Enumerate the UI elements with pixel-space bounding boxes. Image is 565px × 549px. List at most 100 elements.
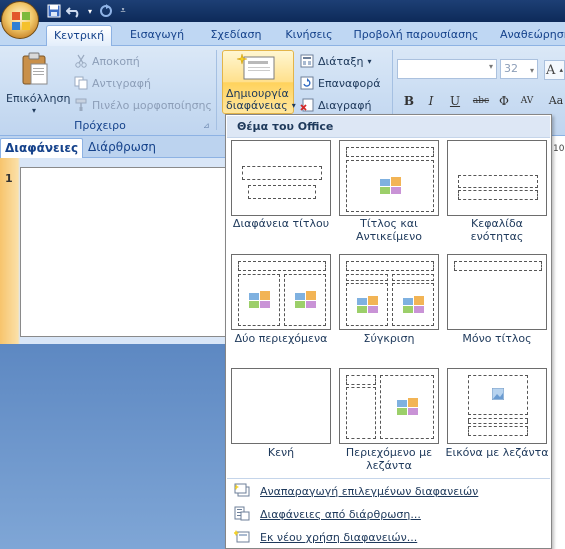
tab-home[interactable]: Κεντρική bbox=[46, 25, 112, 46]
tab-outline[interactable]: Διάρθρωση bbox=[84, 138, 160, 158]
gallery-separator bbox=[227, 478, 550, 479]
cut-label: Αποκοπή bbox=[92, 54, 140, 68]
layout-label-section-header: Κεφαλίδα ενότητας bbox=[470, 217, 524, 243]
font-name-dropdown-icon[interactable]: ▾ bbox=[489, 62, 493, 71]
title-placeholder bbox=[458, 175, 538, 188]
title-placeholder bbox=[346, 147, 434, 157]
subtitle-placeholder bbox=[248, 185, 316, 199]
delete-label: Διαγραφή bbox=[318, 98, 372, 112]
duplicate-slides-label: Αναπαραγωγή επιλεγμένων διαφανειών bbox=[260, 484, 479, 498]
office-logo-icon bbox=[12, 12, 30, 30]
picture-icon bbox=[492, 388, 504, 400]
tab-animations[interactable]: Κινήσεις bbox=[278, 25, 340, 46]
heading-placeholder-left bbox=[346, 274, 388, 281]
copy-button[interactable]: Αντιγραφή bbox=[74, 74, 151, 92]
text-placeholder bbox=[458, 190, 538, 200]
scissors-icon bbox=[75, 54, 87, 68]
content-icons bbox=[403, 296, 424, 313]
strikethrough-button[interactable]: abc bbox=[470, 93, 492, 109]
layout-title-slide[interactable] bbox=[231, 140, 331, 216]
content-placeholder-left bbox=[346, 283, 388, 326]
slide-editing-area[interactable]: 10 bbox=[550, 136, 565, 549]
title-placeholder bbox=[468, 418, 528, 424]
title-placeholder bbox=[238, 261, 326, 271]
underline-button[interactable]: U bbox=[446, 93, 464, 109]
ribbon-divider bbox=[216, 50, 217, 130]
undo-dropdown-icon[interactable]: ▾ bbox=[86, 4, 94, 19]
layout-title-only[interactable] bbox=[447, 254, 547, 330]
content-placeholder-right bbox=[284, 274, 326, 326]
slides-from-outline-label: Διαφάνειες από διάρθρωση... bbox=[260, 507, 421, 521]
reuse-slides-icon bbox=[234, 530, 250, 543]
save-icon[interactable] bbox=[46, 4, 62, 19]
layout-two-content[interactable] bbox=[231, 254, 331, 330]
format-painter-label: Πινέλο μορφοποίησης bbox=[92, 98, 212, 112]
layout-button[interactable]: Διάταξη ▾ bbox=[300, 52, 372, 70]
content-icons bbox=[357, 296, 378, 313]
format-painter-button[interactable]: Πινέλο μορφοποίησης bbox=[74, 96, 212, 114]
layout-label-title-slide: Διαφάνεια τίτλου bbox=[232, 217, 330, 230]
layout-label-blank: Κενή bbox=[267, 446, 295, 459]
layout-content-with-caption[interactable] bbox=[339, 368, 439, 444]
redo-icon[interactable] bbox=[98, 3, 114, 19]
bold-button[interactable]: B bbox=[400, 93, 418, 109]
paste-dropdown-icon[interactable]: ▾ bbox=[32, 101, 36, 119]
layout-dropdown-icon: ▾ bbox=[367, 56, 372, 66]
reset-button[interactable]: Επαναφορά bbox=[300, 74, 380, 92]
layout-comparison[interactable] bbox=[339, 254, 439, 330]
tab-insert[interactable]: Εισαγωγή bbox=[120, 25, 194, 46]
delete-slide-button[interactable]: Διαγραφή bbox=[300, 96, 371, 114]
content-icons bbox=[397, 398, 418, 415]
new-slide-gallery: Θέμα του Office Διαφάνεια τίτλου Τίτλος … bbox=[225, 114, 552, 549]
customize-qat-icon[interactable]: ⩡ bbox=[118, 4, 128, 19]
layout-picture-with-caption[interactable] bbox=[447, 368, 547, 444]
change-case-button[interactable]: Aa bbox=[545, 93, 565, 109]
font-size-dropdown-icon[interactable]: ▾ bbox=[530, 62, 534, 80]
layout-section-header[interactable] bbox=[447, 140, 547, 216]
cut-button[interactable]: Αποκοπή bbox=[74, 52, 140, 70]
content-icons bbox=[295, 291, 316, 308]
paste-button[interactable]: Επικόλληση bbox=[6, 89, 70, 107]
font-name-combobox[interactable]: ▾ bbox=[397, 59, 497, 79]
copy-icon bbox=[74, 76, 88, 90]
content-placeholder-left bbox=[238, 274, 280, 326]
content-icons bbox=[380, 177, 401, 194]
content-placeholder bbox=[380, 375, 434, 439]
reset-label: Επαναφορά bbox=[318, 76, 381, 90]
character-spacing-button[interactable]: AV bbox=[516, 93, 538, 109]
format-painter-icon bbox=[75, 98, 87, 111]
slide-thumbnail[interactable] bbox=[20, 167, 230, 337]
reuse-slides-item[interactable]: Εκ νέου χρήση διαφανειών... bbox=[234, 526, 417, 548]
office-button[interactable] bbox=[1, 1, 39, 39]
tab-design[interactable]: Σχεδίαση bbox=[204, 25, 268, 46]
clipboard-dialog-launcher-icon[interactable]: ⊿ bbox=[203, 120, 213, 130]
grow-font-button[interactable]: A ▴ bbox=[544, 60, 565, 80]
clipboard-group-label: Πρόχειρο bbox=[74, 119, 126, 132]
tab-slide-show[interactable]: Προβολή παρουσίασης bbox=[350, 25, 482, 46]
font-size-combobox[interactable]: 32 ▾ bbox=[500, 59, 538, 79]
copy-label: Αντιγραφή bbox=[92, 76, 151, 90]
layout-title-and-content[interactable] bbox=[339, 140, 439, 216]
slides-from-outline-icon bbox=[234, 506, 250, 521]
tab-review[interactable]: Αναθεώρηση bbox=[500, 25, 565, 46]
layout-icon bbox=[300, 54, 314, 68]
title-placeholder bbox=[242, 166, 322, 180]
new-slide-dropdown-icon: ▾ bbox=[291, 101, 296, 110]
title-placeholder bbox=[454, 261, 542, 271]
italic-button[interactable]: I bbox=[422, 93, 440, 109]
duplicate-selected-slides-item[interactable]: Αναπαραγωγή επιλεγμένων διαφανειών bbox=[234, 480, 478, 502]
grow-font-arrow-icon: ▴ bbox=[559, 66, 563, 74]
new-slide-label-2-text: διαφάνειας bbox=[226, 99, 288, 112]
slides-from-outline-item[interactable]: Διαφάνειες από διάρθρωση... bbox=[234, 503, 421, 525]
content-placeholder bbox=[346, 160, 434, 212]
layout-label-content-with-caption: Περιεχόμενο με λεζάντα bbox=[345, 446, 433, 472]
layout-label-picture-with-caption: Εικόνα με λεζάντα bbox=[445, 446, 549, 459]
quick-access-toolbar: ▾ ⩡ bbox=[46, 3, 128, 19]
new-slide-label-2: διαφάνειας ▾ bbox=[226, 99, 296, 112]
undo-icon[interactable] bbox=[65, 4, 82, 19]
tab-slides[interactable]: Διαφάνειες bbox=[0, 138, 84, 158]
paste-icon[interactable] bbox=[21, 52, 49, 88]
reuse-slides-label: Εκ νέου χρήση διαφανειών... bbox=[260, 530, 418, 544]
text-shadow-button[interactable]: Ф bbox=[495, 93, 513, 109]
layout-blank[interactable] bbox=[231, 368, 331, 444]
